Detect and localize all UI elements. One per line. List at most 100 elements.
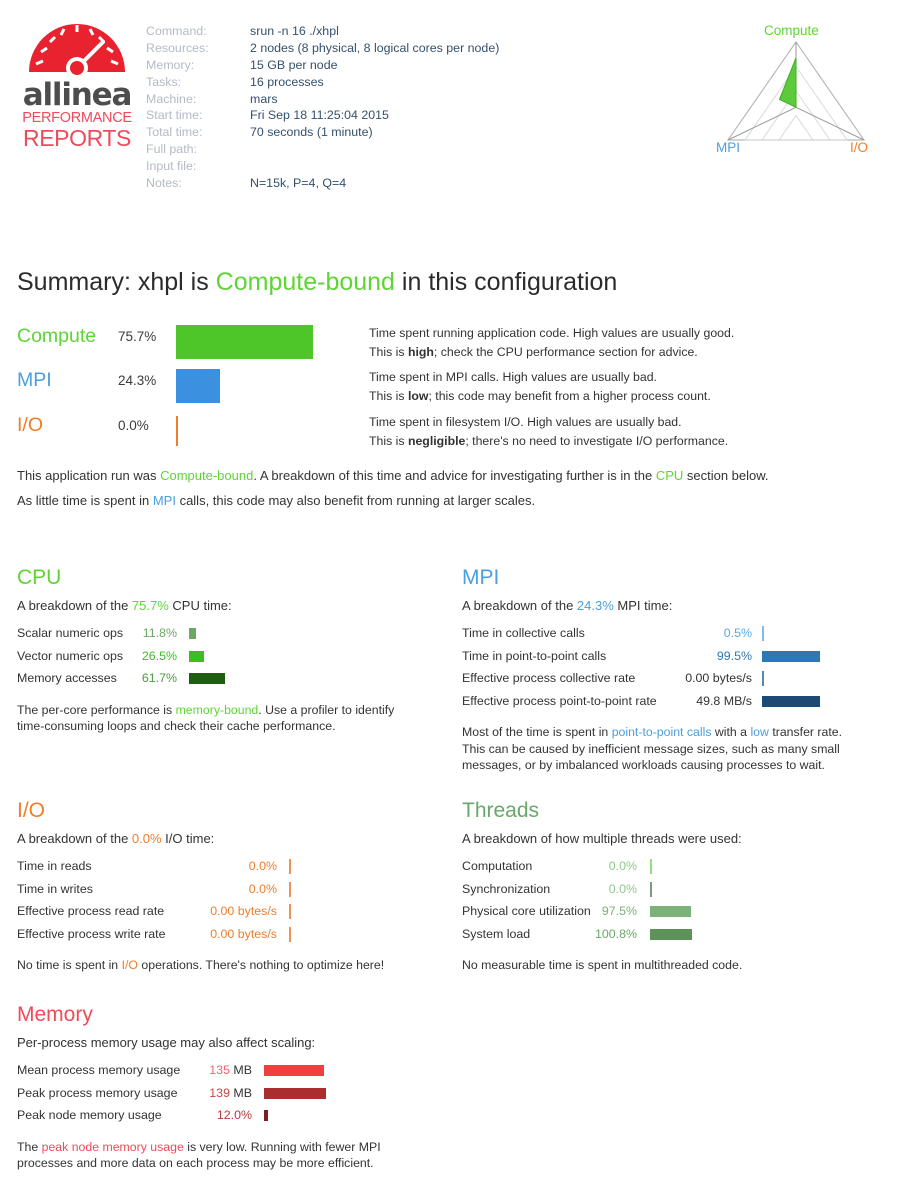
metric-value: 0.0%: [608, 859, 637, 873]
io-note-highlight: I/O: [121, 958, 138, 972]
mpi-note-g: messages, or by imbalanced workloads cau…: [462, 758, 825, 772]
metric-value: 0.0%: [248, 859, 277, 873]
metric-bar: [189, 650, 205, 662]
metric-row: Effective process write rate 0.00 bytes/…: [17, 923, 437, 946]
section-title-mpi: MPI: [462, 566, 500, 589]
metadata-row-command: Command: srun -n 16 ./xhpl: [146, 23, 499, 40]
metric-bar: [762, 650, 820, 662]
metric-row: Effective process collective rate 0.00 b…: [462, 667, 892, 690]
section-mpi: MPI A breakdown of the 24.3% MPI time: T…: [462, 566, 892, 774]
metric-value: 0.0%: [608, 881, 637, 896]
metric-label: System load: [462, 926, 531, 941]
io-sub-a: A breakdown of the: [17, 831, 132, 846]
metric-label: Effective process point-to-point rate: [462, 693, 657, 708]
summary-desc-line1: Time spent in filesystem I/O. High value…: [369, 415, 682, 429]
mem-note-highlight: peak node memory usage: [41, 1139, 184, 1154]
cpu-note-c: . Use a profiler to identify: [258, 702, 395, 717]
mem-note-d: processes and more data on each process …: [17, 1156, 374, 1170]
metadata-label: Total time:: [146, 125, 203, 140]
metric-row: Synchronization 0.0%: [462, 878, 892, 901]
metadata-row-total-time: Total time: 70 seconds (1 minute): [146, 124, 499, 141]
metric-label: Time in point-to-point calls: [462, 648, 607, 663]
section-title-io: I/O: [17, 799, 46, 822]
metric-label: Time in writes: [17, 881, 93, 896]
metric-bar: [650, 859, 652, 874]
summary-label-mpi: MPI: [17, 369, 52, 391]
metric-value: 0.00 bytes/s: [685, 671, 752, 685]
metadata-value: Fri Sep 18 11:25:04 2015: [250, 108, 389, 123]
summary-title-suffix: in this configuration: [394, 268, 618, 296]
summary-para1-e: section below.: [683, 468, 769, 483]
summary-para2-mpi-link: MPI: [152, 493, 176, 508]
section-memory: Memory Per-process memory usage may also…: [17, 1003, 437, 1172]
mpi-note-highlight: point-to-point calls: [611, 725, 712, 739]
cpu-sub-c: CPU time:: [168, 598, 232, 613]
metric-value: 0.00 bytes/s: [210, 926, 277, 941]
metric-bar: [762, 695, 820, 707]
metric-bar: [264, 1087, 326, 1099]
section-io: I/O A breakdown of the 0.0% I/O time: Ti…: [17, 799, 437, 974]
mem-note-c: is very low. Running with fewer MPI: [183, 1139, 381, 1154]
metadata-value: srun -n 16 ./xhpl: [250, 24, 339, 38]
summary-para2-a: As little time is spent in: [17, 493, 153, 508]
metric-bar: [289, 926, 291, 942]
metadata-row-input-file: Input file:: [146, 158, 499, 175]
metric-value: 0.00 bytes/s: [210, 904, 277, 918]
summary-desc-line2-pre: This is: [369, 388, 408, 403]
logo-performance-text: PERFORMANCE: [22, 110, 132, 126]
io-sub-c: I/O time:: [161, 831, 215, 846]
metadata-value: 16 processes: [250, 74, 324, 89]
radar-axis-label-mpi: MPI: [716, 140, 741, 155]
metadata-label: Start time:: [146, 108, 203, 123]
metric-number: 135: [209, 1063, 230, 1077]
run-metadata-table: Command: srun -n 16 ./xhpl Resources: 2 …: [146, 23, 499, 192]
metric-bar: [650, 881, 652, 897]
metric-number: 139: [209, 1085, 230, 1100]
metric-bar: [650, 906, 691, 917]
section-subtitle-cpu: A breakdown of the 75.7% CPU time:: [17, 597, 437, 615]
gauge-icon: [29, 24, 125, 78]
summary-para1-a: This application run was: [17, 468, 161, 483]
summary-desc-line2-bold: negligible: [407, 433, 466, 448]
section-note-memory: The peak node memory usage is very low. …: [17, 1139, 437, 1172]
metric-row: Physical core utilization 97.5%: [462, 900, 892, 923]
metadata-label: Machine:: [146, 91, 197, 106]
summary-bar-mpi: [176, 369, 220, 403]
section-threads: Threads A breakdown of how multiple thre…: [462, 799, 892, 974]
summary-title-prefix: Summary: xhpl is: [17, 268, 216, 296]
summary-desc-line2-pre: This is: [369, 433, 408, 448]
metadata-value: mars: [250, 91, 278, 106]
section-subtitle-threads: A breakdown of how multiple threads were…: [462, 831, 742, 846]
metric-number: 12.0%: [216, 1108, 252, 1122]
mpi-sub-a: A breakdown of the: [462, 598, 577, 613]
metric-bar: [762, 671, 764, 686]
logo-brand-text: allinea: [22, 77, 133, 113]
section-note-cpu: The per-core performance is memory-bound…: [17, 702, 437, 735]
cpu-note-d: time-consuming loops and check their cac…: [17, 719, 336, 733]
metric-row: Memory accesses 61.7%: [17, 667, 437, 690]
metadata-label: Command:: [146, 24, 207, 38]
metric-row: Vector numeric ops 26.5%: [17, 645, 437, 668]
metadata-label: Memory:: [146, 57, 195, 72]
metric-bar: [264, 1065, 325, 1076]
metric-bar: [650, 928, 692, 940]
metric-label: Peak process memory usage: [17, 1085, 178, 1100]
mpi-sub-c: MPI time:: [613, 598, 673, 613]
metric-value: 12.0%: [167, 1104, 252, 1127]
section-title-cpu: CPU: [17, 566, 62, 589]
summary-label-compute: Compute: [17, 325, 97, 347]
metric-row: Scalar numeric ops 11.8%: [17, 622, 437, 645]
logo-reports-text: REPORTS: [23, 125, 131, 151]
section-note-threads: No measurable time is spent in multithre…: [462, 958, 743, 972]
summary-para1-cpu-link: CPU: [655, 468, 684, 483]
metric-label: Memory accesses: [17, 671, 117, 685]
mpi-note-e: transfer rate.: [768, 725, 843, 739]
section-title-memory: Memory: [17, 1003, 93, 1026]
metric-unit: MB: [229, 1063, 252, 1077]
summary-bar-io: [176, 416, 178, 446]
summary-bar-wrap-io: [176, 414, 178, 448]
cpu-note-highlight: memory-bound: [175, 702, 259, 717]
metadata-value: 70 seconds (1 minute): [250, 125, 373, 140]
metadata-label: Tasks:: [146, 74, 182, 89]
summary-desc-line2-bold: high: [407, 344, 434, 359]
